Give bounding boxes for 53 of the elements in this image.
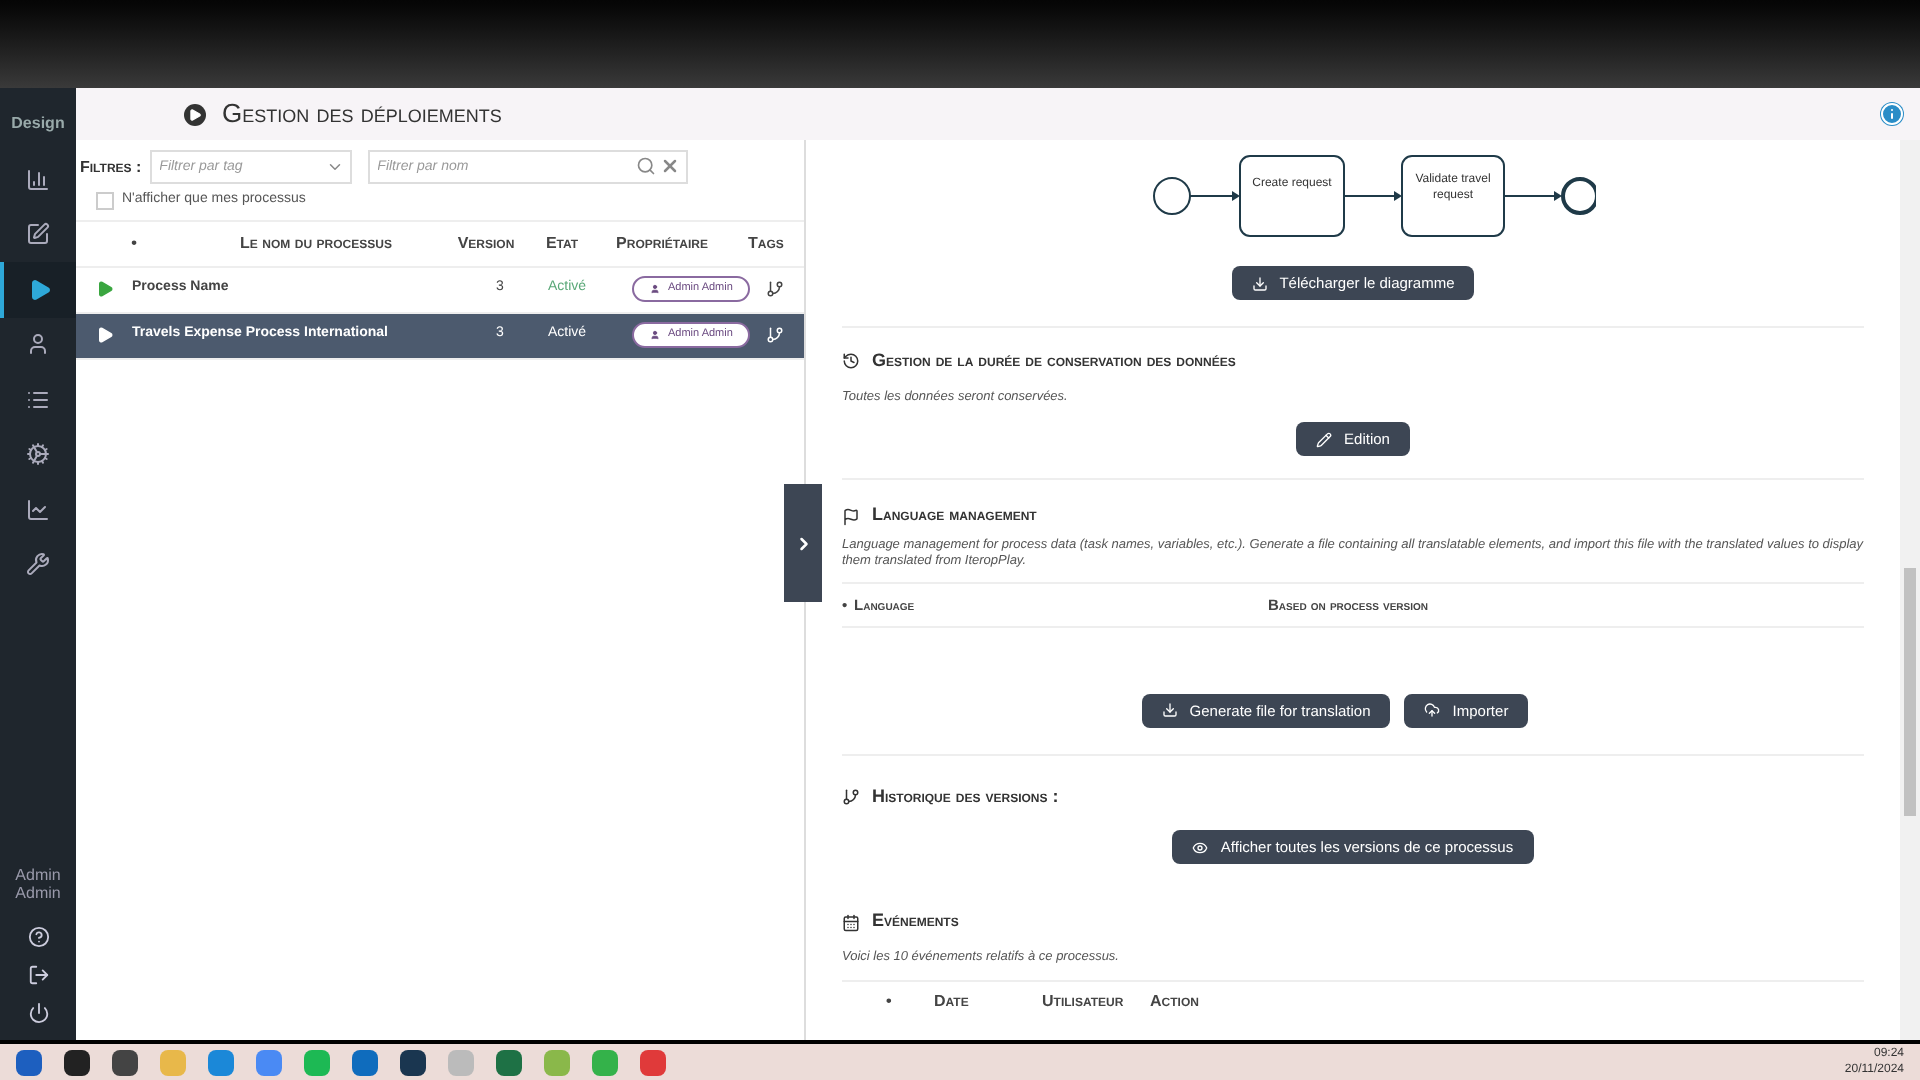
taskbar-app-icon[interactable]: [400, 1049, 426, 1075]
user-icon: [650, 330, 660, 340]
pencil-icon: [1316, 431, 1333, 448]
column-header: Le nom du processus: [238, 231, 394, 255]
filters-label: Filtres :: [80, 155, 142, 179]
column-header: Utilisateur: [1042, 990, 1126, 1014]
column-header: Propriétaire: [614, 231, 710, 255]
section-title: Language management: [872, 502, 1037, 529]
sidebar-icon: [26, 222, 50, 247]
checkbox[interactable]: [96, 191, 114, 210]
sidebar-icon: [26, 332, 50, 357]
cloud-upload-icon: [1424, 702, 1441, 719]
column-header: Etat: [543, 231, 581, 255]
help-icon[interactable]: [27, 926, 49, 948]
column-header: •: [886, 990, 894, 1014]
sidebar-icon: [26, 497, 50, 522]
sidebar-icon: [28, 277, 52, 302]
page-title: Gestion des déploiements: [222, 96, 502, 133]
column-header: Tags: [746, 231, 786, 255]
column-header: •: [129, 231, 139, 255]
sidebar-icon: [26, 552, 50, 577]
taskbar-app-icon[interactable]: [64, 1049, 90, 1075]
play-icon[interactable]: [95, 280, 113, 298]
sidebar-icon: [26, 442, 50, 467]
download-icon: [1161, 702, 1178, 719]
column-header: Action: [1150, 990, 1199, 1014]
user-icon: [650, 284, 660, 294]
flag-icon: [842, 507, 860, 525]
branch-icon[interactable]: [766, 280, 784, 298]
clear-icon[interactable]: [659, 156, 680, 176]
section-title: Historique des versions :: [872, 783, 1059, 810]
user-name: Admin Admin: [13, 866, 63, 902]
power-icon[interactable]: [27, 1002, 49, 1024]
play-circle-icon: [184, 103, 206, 125]
branch-icon: [842, 788, 860, 806]
taskbar-app-icon[interactable]: [112, 1049, 138, 1075]
download-icon: [1251, 275, 1268, 291]
history-icon: [842, 352, 860, 371]
sidebar-icon: [26, 167, 50, 192]
scrollbar[interactable]: [1900, 140, 1920, 1040]
search-icon[interactable]: [635, 156, 656, 176]
chevron-down-icon: [325, 158, 344, 176]
info-icon[interactable]: [1880, 102, 1904, 126]
calendar-icon: [842, 913, 860, 931]
branch-icon[interactable]: [766, 326, 784, 344]
section-title: Evénements: [872, 908, 959, 935]
brand-logo: Design: [11, 112, 65, 136]
logout-icon[interactable]: [27, 964, 49, 986]
sidebar-item[interactable]: [0, 262, 76, 317]
column-header: Date: [934, 990, 971, 1014]
column-header: Version: [455, 231, 517, 255]
eye-icon: [1192, 839, 1209, 856]
section-title: Gestion de la durée de conservation des données: [872, 348, 1236, 374]
